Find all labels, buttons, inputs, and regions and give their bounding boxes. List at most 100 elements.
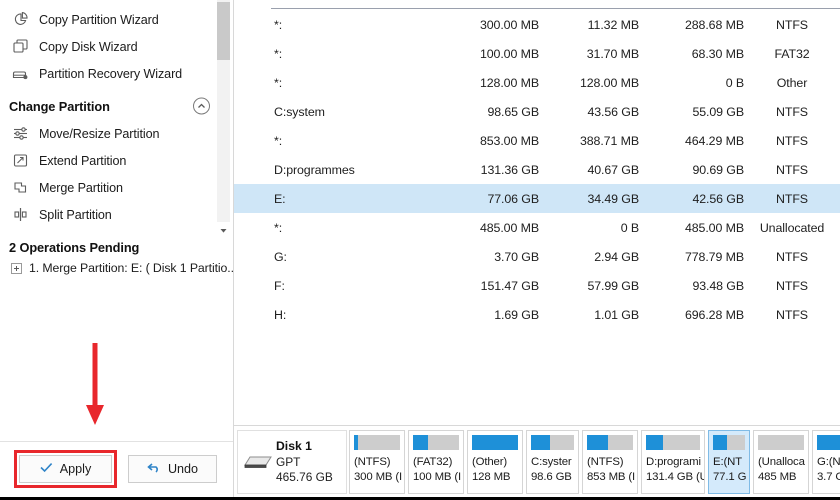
cell-name: F: [274,278,285,293]
sidebar-scroll-area: Copy Partition Wizard Copy Disk Wizard P… [0,0,234,238]
table-row[interactable]: F: 151.47 GB 57.99 GB 93.48 GB NTFS [234,271,840,300]
partition-table-rows: *: 300.00 MB 11.32 MB 288.68 MB NTFS *: 100.00… [234,10,840,329]
chevron-up-icon[interactable] [193,97,210,115]
cell-free: 464.29 MB [684,133,744,148]
merge-icon [9,178,31,198]
partition-usage-bar [472,435,518,450]
hard-disk-icon [242,449,276,476]
partition-block-line1: (FAT32) [413,456,453,468]
sidebar-item-copy-disk-wizard[interactable]: Copy Disk Wizard [0,33,234,60]
partition-manager-window: Copy Partition Wizard Copy Disk Wizard P… [0,0,840,500]
sidebar-item-merge-partition[interactable]: Merge Partition [0,174,234,201]
partition-block-line1: D:programi [646,456,701,468]
extend-icon [9,151,31,171]
sidebar-item-label: Copy Partition Wizard [39,12,159,27]
cell-used: 57.99 GB [587,278,639,293]
sidebar-item-extend-partition[interactable]: Extend Partition [0,147,234,174]
disk-map-panel: Disk 1 GPT 465.76 GB (NTFS) 300 MB (I (FAT… [234,425,840,497]
cell-free: 0 B [725,75,744,90]
cell-free: 485.00 MB [684,220,744,235]
expand-plus-icon[interactable] [11,262,22,274]
scrollbar-thumb[interactable] [217,2,230,60]
cell-free: 778.79 MB [684,249,744,264]
partition-block-line1: (Unalloca [758,456,805,468]
undo-arrow-icon [147,462,161,476]
disk-partition-block[interactable]: (FAT32) 100 MB (I [408,430,464,494]
section-header-label: Change Partition [9,98,110,114]
partition-usage-fill [531,435,550,450]
disk-partition-block[interactable]: E:(NT 77.1 G [708,430,750,494]
cell-size: 485.00 MB [479,220,539,235]
partition-usage-bar [646,435,700,450]
partition-block-line2: 77.1 G [713,471,747,484]
cell-size: 300.00 MB [479,17,539,32]
main-panel: *: 300.00 MB 11.32 MB 288.68 MB NTFS *: 100.00… [234,0,840,497]
disk-name: Disk 1 [276,438,312,453]
cell-fs: FAT32 [774,46,810,61]
sidebar-section-change-partition[interactable]: Change Partition [0,92,234,120]
partition-usage-bar [587,435,633,450]
cell-name: C:system [274,104,325,119]
disk-partition-block[interactable]: G:(NTFS 3.7 GB ( [812,430,840,494]
cell-name: H: [274,307,287,322]
cell-size: 853.00 MB [479,133,539,148]
sidebar-item-split-partition[interactable]: Split Partition [0,201,234,228]
undo-button[interactable]: Undo [128,455,217,483]
sidebar-item-move-resize-partition[interactable]: Move/Resize Partition [0,120,234,147]
cell-name: *: [274,220,283,235]
partition-usage-fill [354,435,358,450]
cell-fs: NTFS [776,191,808,206]
disk-partition-block[interactable]: (NTFS) 300 MB (I [349,430,405,494]
copy-partition-icon [9,10,31,30]
cell-fs: NTFS [776,104,808,119]
cell-used: 11.32 MB [587,17,639,32]
cell-free: 42.56 GB [692,191,744,206]
table-row[interactable]: *: 853.00 MB 388.71 MB 464.29 MB NTFS [234,126,840,155]
cell-name: *: [274,75,283,90]
sidebar-item-copy-partition-wizard[interactable]: Copy Partition Wizard [0,6,234,33]
disk-partition-block[interactable]: C:syster 98.6 GB [526,430,579,494]
apply-button[interactable]: Apply [19,455,112,483]
partition-block-line2: 300 MB (I [354,471,403,484]
partition-usage-bar [758,435,804,450]
cell-size: 98.65 GB [487,104,539,119]
partition-usage-bar [531,435,574,450]
cell-used: 43.56 GB [587,104,639,119]
cell-free: 288.68 MB [684,17,744,32]
table-row[interactable]: *: 300.00 MB 11.32 MB 288.68 MB NTFS [234,10,840,39]
table-row[interactable]: *: 100.00 MB 31.70 MB 68.30 MB FAT32 [234,39,840,68]
partition-block-line2: 131.4 GB (U [646,471,705,484]
sidebar-scrollbar[interactable] [217,0,230,238]
cell-name: G: [274,249,287,264]
cell-size: 151.47 GB [480,278,539,293]
operation-list-item[interactable]: 1. Merge Partition: E: ( Disk 1 Partitio… [0,255,237,275]
table-row[interactable]: *: 128.00 MB 128.00 MB 0 B Other [234,68,840,97]
operations-pending-title: 2 Operations Pending [9,240,140,255]
partition-block-line2: 98.6 GB [531,471,572,484]
table-row[interactable]: *: 485.00 MB 0 B 485.00 MB Unallocated [234,213,840,242]
table-row[interactable]: E: 77.06 GB 34.49 GB 42.56 GB NTFS [234,184,840,213]
cell-fs: NTFS [776,278,808,293]
sidebar-item-partition-recovery-wizard[interactable]: Partition Recovery Wizard [0,60,234,87]
disk-size: 465.76 GB [276,469,333,484]
table-row[interactable]: G: 3.70 GB 2.94 GB 778.79 MB NTFS [234,242,840,271]
table-row[interactable]: D:programmes 131.36 GB 40.67 GB 90.69 GB NTF… [234,155,840,184]
partition-block-line1: E:(NT [713,456,742,468]
cell-fs: Other [776,75,808,90]
partition-block-line1: (NTFS) [587,456,624,468]
cell-size: 128.00 MB [479,75,539,90]
disk-partition-block[interactable]: D:programi 131.4 GB (U [641,430,705,494]
cell-fs: NTFS [776,133,808,148]
disk-partition-block[interactable]: (Unalloca 485 MB [753,430,809,494]
scroll-down-arrow-icon[interactable] [217,222,230,238]
table-row[interactable]: H: 1.69 GB 1.01 GB 696.28 MB NTFS [234,300,840,329]
disk-partition-block[interactable]: (Other) 128 MB [467,430,523,494]
cell-size: 3.70 GB [494,249,539,264]
partition-block-line2: 3.7 GB ( [817,471,840,484]
table-row[interactable]: C:system 98.65 GB 43.56 GB 55.09 GB NTFS [234,97,840,126]
cell-fs: NTFS [776,17,808,32]
disk-partition-block[interactable]: (NTFS) 853 MB (I [582,430,638,494]
partition-usage-bar [413,435,459,450]
disk-info[interactable]: Disk 1 GPT 465.76 GB [237,430,347,494]
cell-free: 68.30 MB [691,46,744,61]
